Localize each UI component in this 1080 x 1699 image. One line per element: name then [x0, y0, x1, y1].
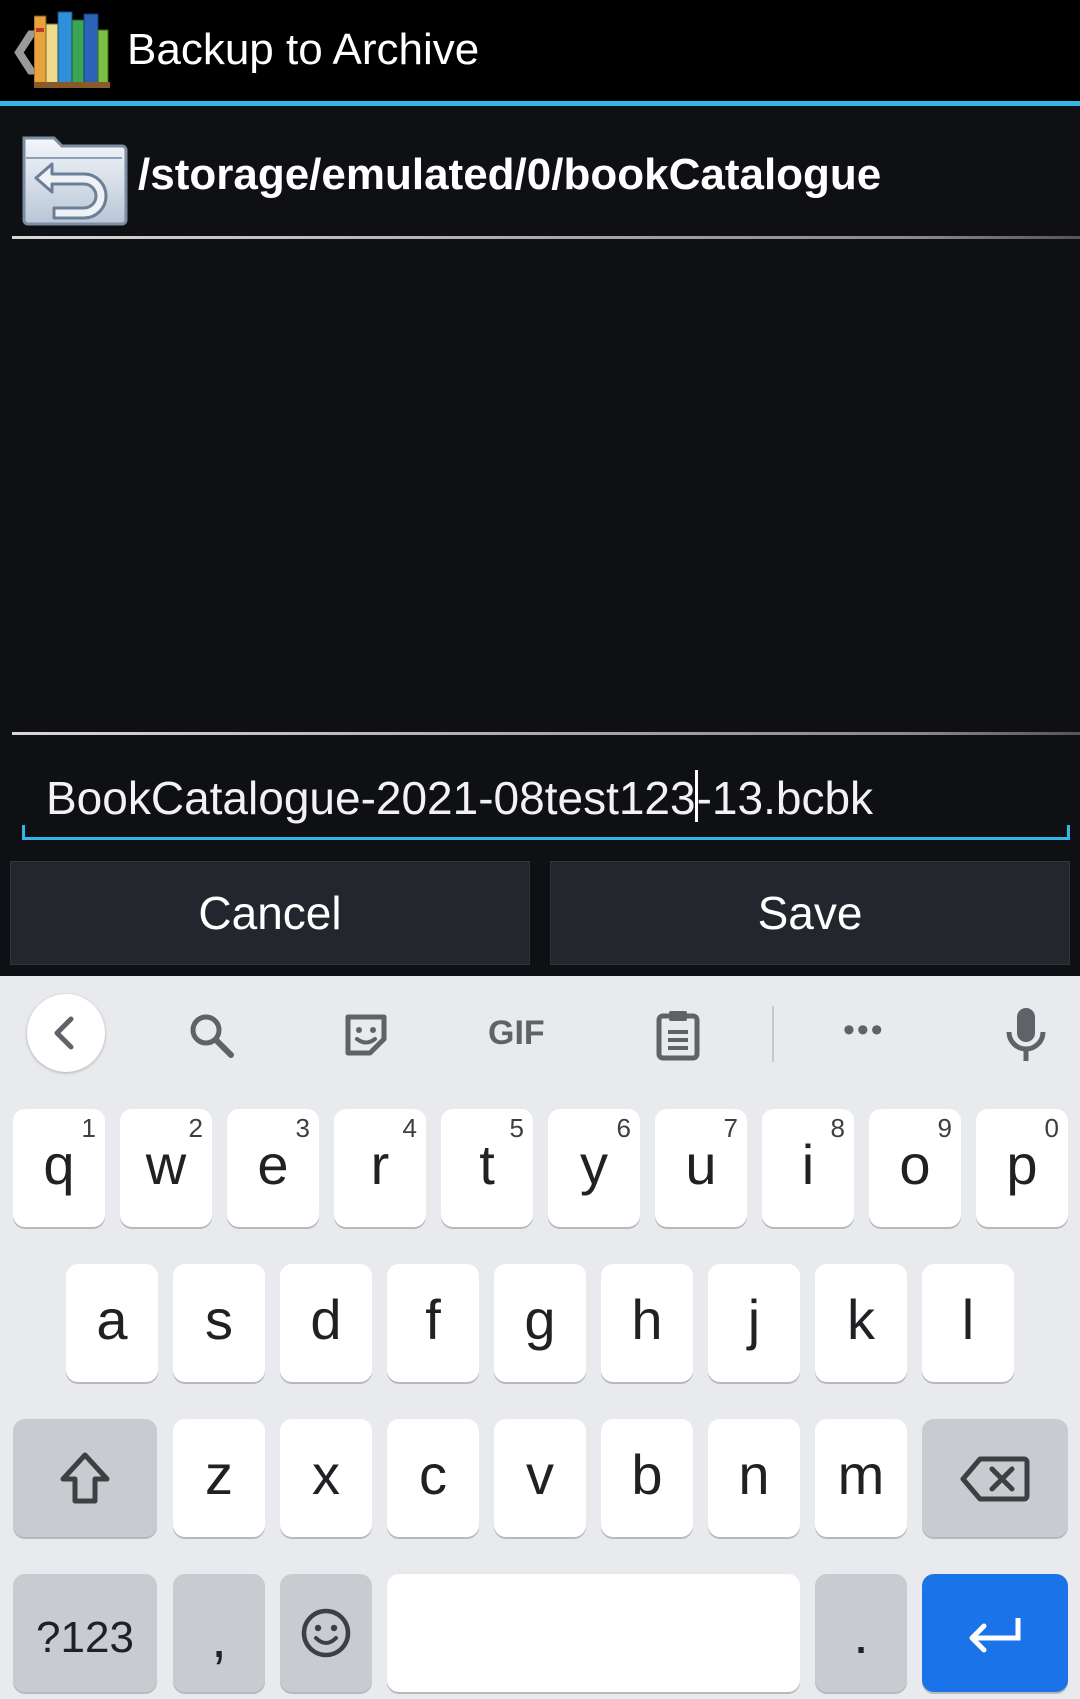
list-bottom-divider	[12, 732, 1080, 735]
shift-key[interactable]	[13, 1419, 157, 1537]
clipboard-icon[interactable]	[654, 1008, 702, 1062]
key-s[interactable]: s	[173, 1264, 265, 1382]
key-q[interactable]: q1	[13, 1109, 105, 1227]
key-x[interactable]: x	[280, 1419, 372, 1537]
key-p[interactable]: p0	[976, 1109, 1068, 1227]
key-o[interactable]: o9	[869, 1109, 961, 1227]
backspace-icon	[960, 1456, 1030, 1502]
spacebar-key[interactable]	[387, 1574, 800, 1692]
current-path: /storage/emulated/0/bookCatalogue	[138, 150, 882, 199]
key-i[interactable]: i8	[762, 1109, 854, 1227]
toolbar-divider	[772, 1006, 774, 1062]
page-title: Backup to Archive	[127, 25, 480, 74]
key-w[interactable]: w2	[120, 1109, 212, 1227]
key-m[interactable]: m	[815, 1419, 907, 1537]
key-u[interactable]: u7	[655, 1109, 747, 1227]
key-z[interactable]: z	[173, 1419, 265, 1537]
enter-key[interactable]	[922, 1574, 1068, 1692]
comma-key[interactable]: ,	[173, 1574, 265, 1692]
file-list[interactable]	[12, 239, 1080, 732]
book-catalogue-app-icon[interactable]	[34, 10, 110, 88]
key-a[interactable]: a	[66, 1264, 158, 1382]
key-h[interactable]: h	[601, 1264, 693, 1382]
save-button[interactable]: Save	[550, 861, 1070, 965]
emoji-key[interactable]	[280, 1574, 372, 1692]
folder-up-icon[interactable]	[20, 124, 128, 226]
chevron-left-icon[interactable]	[27, 994, 105, 1072]
action-bar: ❮ Backup to Archive	[0, 0, 1080, 106]
key-c[interactable]: c	[387, 1419, 479, 1537]
symbols-key[interactable]: ?123	[13, 1574, 157, 1692]
key-j[interactable]: j	[708, 1264, 800, 1382]
key-v[interactable]: v	[494, 1419, 586, 1537]
key-g[interactable]: g	[494, 1264, 586, 1382]
key-d[interactable]: d	[280, 1264, 372, 1382]
filename-input[interactable]: BookCatalogue-2021-08test123-13.bcbk	[22, 756, 1070, 840]
mic-icon[interactable]	[1004, 1006, 1048, 1066]
key-b[interactable]: b	[601, 1419, 693, 1537]
key-t[interactable]: t5	[441, 1109, 533, 1227]
soft-keyboard: GIF ••• q1 w2 e3 r4 t5 y6 u7 i8 o9 p0 a …	[0, 976, 1080, 1699]
sticker-icon[interactable]	[342, 1011, 390, 1059]
search-icon[interactable]	[186, 1010, 236, 1060]
more-icon[interactable]: •••	[843, 1010, 885, 1050]
key-k[interactable]: k	[815, 1264, 907, 1382]
backspace-key[interactable]	[922, 1419, 1068, 1537]
key-e[interactable]: e3	[227, 1109, 319, 1227]
enter-icon	[969, 1618, 1021, 1653]
key-l[interactable]: l	[922, 1264, 1014, 1382]
key-f[interactable]: f	[387, 1264, 479, 1382]
shift-icon	[60, 1452, 110, 1504]
filename-value: BookCatalogue-2021-08test123-13.bcbk	[46, 770, 874, 824]
current-folder-row: /storage/emulated/0/bookCatalogue	[0, 106, 1080, 238]
key-r[interactable]: r4	[334, 1109, 426, 1227]
key-n[interactable]: n	[708, 1419, 800, 1537]
key-y[interactable]: y6	[548, 1109, 640, 1227]
emoji-icon	[301, 1608, 351, 1658]
gif-icon[interactable]: GIF	[488, 1013, 545, 1053]
cancel-button[interactable]: Cancel	[10, 861, 530, 965]
period-key[interactable]: .	[815, 1574, 907, 1692]
